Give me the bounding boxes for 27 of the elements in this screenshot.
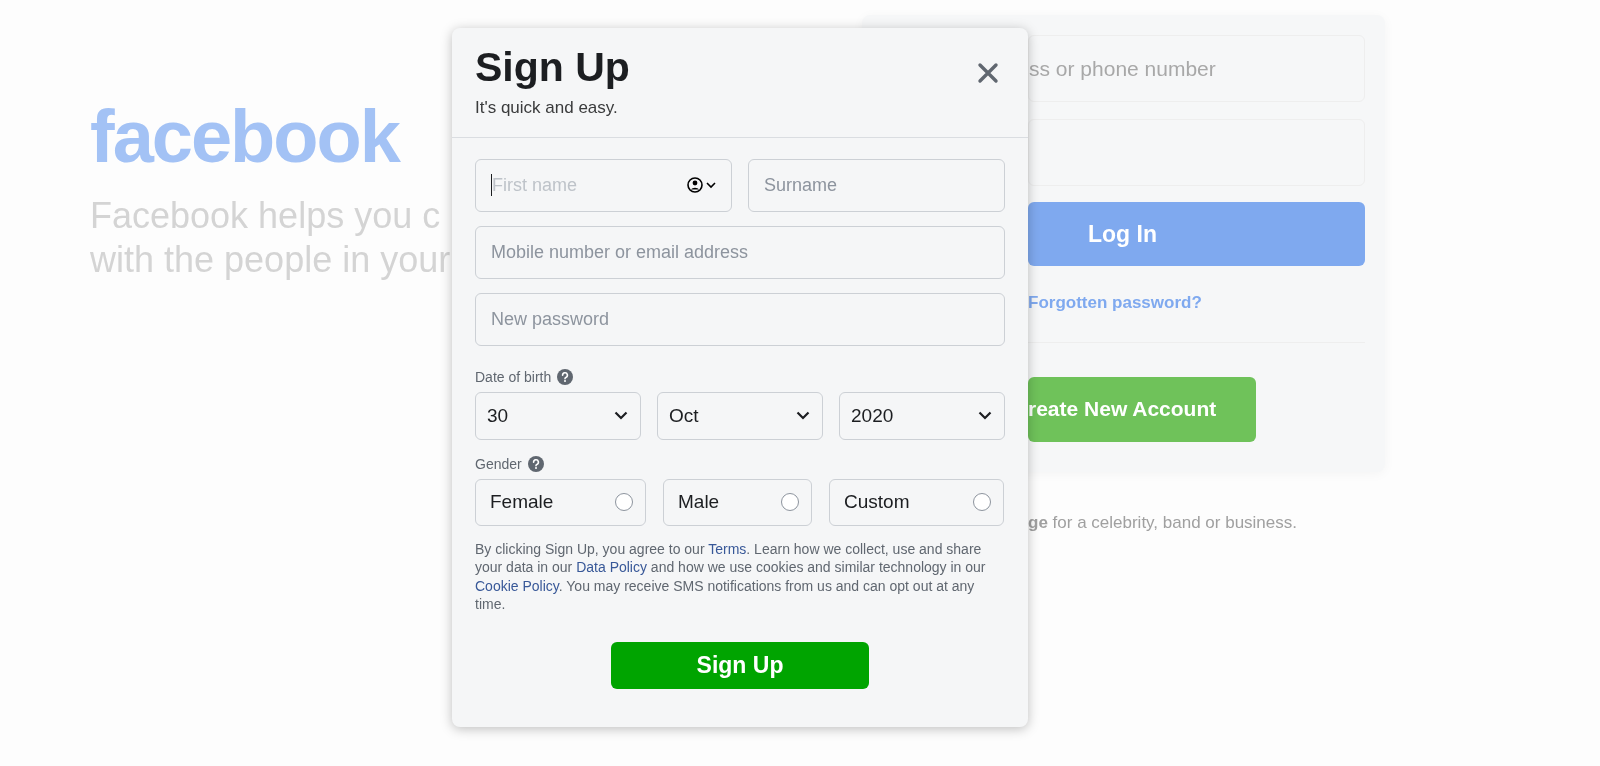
radio-button[interactable] [615, 493, 633, 512]
radio-button[interactable] [973, 493, 991, 512]
close-icon[interactable] [977, 62, 999, 84]
date-of-birth-label: Date of birth [475, 367, 552, 387]
policy-link[interactable]: Cookie Policy [475, 577, 559, 594]
input-field[interactable] [1028, 119, 1365, 186]
date-select[interactable]: Oct [657, 391, 823, 440]
logo: facebook [90, 100, 399, 174]
sign-up-button[interactable]: Sign Up [611, 641, 869, 689]
contact-autofill-icon[interactable] [687, 177, 717, 194]
help-icon[interactable] [557, 369, 574, 386]
date-select[interactable]: 2020 [839, 391, 1005, 440]
date-select[interactable]: 30 [475, 391, 641, 440]
radio-button[interactable] [781, 493, 799, 512]
chevron-down-icon [978, 411, 992, 421]
terms-text: By clicking Sign Up, you agree to our Terms. Learn how we collect, use and share your data in our Data Policy and how we use cookies and similar technology in our Cookie Policy. You may receive SMS notifications from us and can opt out at any time. [475, 539, 987, 614]
gender-option[interactable]: Female [475, 478, 646, 526]
gender-option[interactable]: Custom [829, 478, 1004, 526]
gender-label: Gender [475, 454, 522, 474]
page-note: ge for a celebrity, band or business. [1028, 512, 1297, 534]
policy-link[interactable]: Data Policy [576, 559, 647, 576]
dialog-title: Sign Up [475, 43, 630, 92]
help-icon[interactable] [527, 456, 544, 473]
chevron-down-icon [614, 411, 628, 421]
dialog-subtitle: It's quick and easy. [475, 97, 618, 120]
chevron-down-icon [796, 411, 810, 421]
gender-option[interactable]: Male [663, 478, 812, 526]
